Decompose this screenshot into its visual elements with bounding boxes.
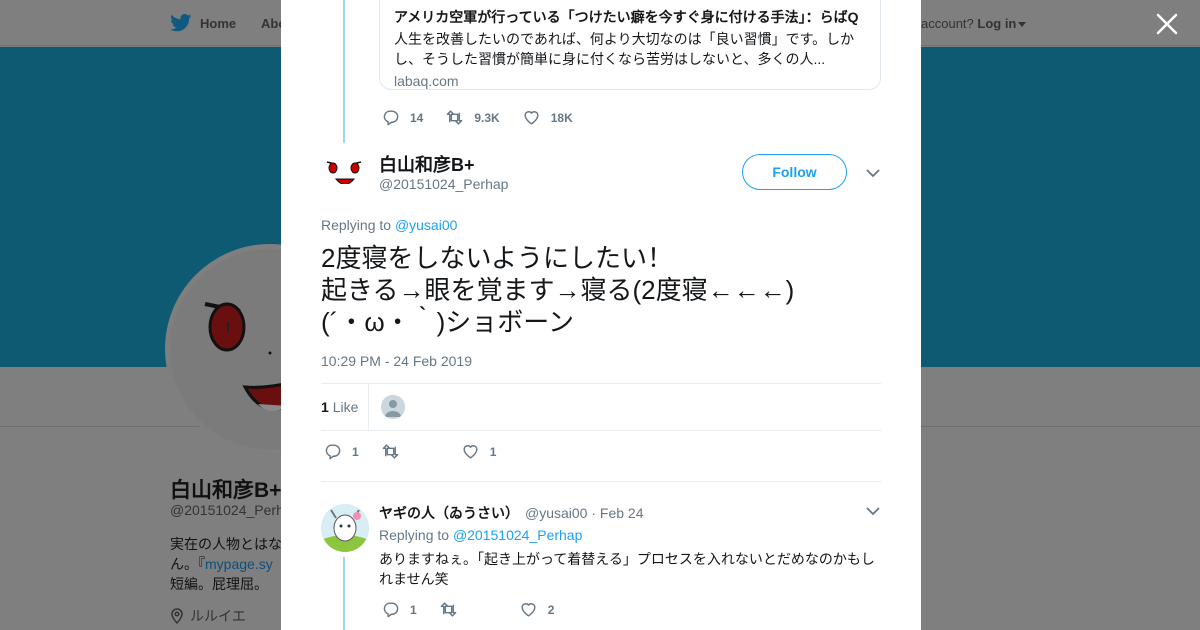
main-tweet-actions: 1 1	[323, 442, 518, 461]
link-card[interactable]: アメリカ空軍が行っている「つけたい癖を今すぐ身に付ける手法」：らばQ 人生を改善…	[379, 0, 881, 90]
like-count: 18K	[550, 110, 573, 125]
bio-line-2: ん。『mypage.sy	[170, 554, 290, 574]
card-title: アメリカ空軍が行っている「つけたい癖を今すぐ身に付ける手法」：らばQ	[394, 9, 859, 25]
nav-home-label: Home	[200, 15, 237, 31]
reply-count: 1	[410, 602, 417, 617]
card-description: 人生を改善したいのであれば、何より大切なのは「良い習慣」です。しかし、そうした習…	[394, 31, 855, 67]
replying-to: Replying to @yusai00	[321, 217, 457, 233]
reply-count: 14	[410, 110, 424, 125]
reply-author-avatar[interactable]	[321, 504, 369, 552]
tweet-text-line: 2度寝をしないようにしたい！	[321, 243, 673, 273]
reply-icon	[325, 444, 341, 460]
reply-icon	[383, 110, 399, 126]
follow-button[interactable]: Follow	[742, 154, 847, 190]
twitter-bird-icon	[170, 14, 192, 32]
retweet-count: 9.3K	[474, 110, 500, 125]
chevron-down-icon	[1018, 22, 1027, 27]
liker-avatar[interactable]	[381, 395, 405, 419]
location-icon	[171, 608, 183, 624]
retweet-action[interactable]: 9.3K	[445, 108, 500, 127]
reply-action[interactable]: 14	[381, 108, 423, 127]
reply-icon	[383, 602, 399, 618]
reply-replying-to: Replying to @20151024_Perhap	[379, 527, 582, 543]
retweet-icon	[447, 110, 463, 125]
like-count: 2	[547, 602, 555, 617]
tweet-stats: 1 Like	[321, 383, 881, 431]
account-prompt: account?	[921, 16, 974, 31]
profile-location: ルルイエ	[170, 606, 246, 626]
replying-prefix: Replying to	[321, 217, 392, 233]
reply-action[interactable]: 1	[323, 442, 359, 461]
like-stat-label: Like	[332, 399, 359, 415]
retweet-action[interactable]	[381, 442, 439, 461]
bio-link[interactable]: mypage.sy	[205, 556, 273, 572]
thread-line	[343, 0, 345, 143]
prev-tweet-actions: 14 9.3K 18K	[381, 108, 595, 127]
tweet-text-line: 起きる→眼を覚ます→寝る(2度寝←←←)	[321, 275, 795, 305]
thread-line	[343, 557, 345, 630]
like-stat[interactable]: 1 Like	[321, 399, 358, 415]
profile-name: 白山和彦B+	[170, 479, 282, 502]
section-divider	[321, 481, 881, 482]
like-action[interactable]: 2	[519, 600, 555, 619]
retweet-icon	[440, 602, 457, 617]
bio-line-1: 実在の人物とはな	[170, 536, 282, 552]
profile-bio: 実在の人物とはな ん。『mypage.sy 短編。屁理屈。	[170, 534, 290, 594]
reply-action[interactable]: 1	[381, 600, 417, 619]
reply-count: 1	[352, 444, 359, 459]
login-link[interactable]: Log in	[977, 16, 1016, 31]
reply-text: ありますねぇ。「起き上がって着替える」プロセスを入れないとだめなのかもしれません…	[379, 551, 875, 587]
reply-author-name[interactable]: ヤギの人（ゐうさい）	[379, 505, 519, 521]
bio-line-3: 短編。屁理屈。	[170, 576, 268, 592]
chevron-down-icon[interactable]	[866, 506, 880, 516]
close-icon[interactable]	[1154, 11, 1180, 37]
bio-line-2-text: ん。『	[170, 556, 205, 572]
reply-date[interactable]: · Feb 24	[591, 505, 643, 521]
card-domain: labaq.com	[394, 73, 459, 89]
tweet-text-line: (´・ω・｀)ショボーン	[321, 307, 574, 337]
heart-icon	[524, 111, 539, 125]
replying-prefix: Replying to	[379, 527, 450, 543]
like-action[interactable]: 18K	[522, 108, 573, 127]
author-handle[interactable]: @20151024_Perhap	[379, 176, 508, 192]
tweet-text: 2度寝をしないようにしたい！ 起きる→眼を覚ます→寝る(2度寝←←←) (´・ω…	[321, 242, 881, 338]
chevron-down-icon[interactable]	[866, 168, 880, 178]
reply-author-handle[interactable]: @yusai00	[525, 505, 587, 521]
default-avatar-icon	[381, 395, 405, 419]
retweet-action[interactable]	[439, 600, 497, 619]
like-count: 1	[489, 444, 497, 459]
like-action[interactable]: 1	[461, 442, 497, 461]
replying-to-link[interactable]: @yusai00	[395, 217, 457, 233]
like-stat-count: 1	[321, 399, 329, 415]
tweet-author: 白山和彦B+ @20151024_Perhap Follow	[321, 150, 881, 200]
author-name[interactable]: 白山和彦B+	[379, 151, 475, 177]
goat-avatar	[321, 504, 369, 552]
tweet-modal: アメリカ空軍が行っている「つけたい癖を今すぐ身に付ける手法」：らばQ 人生を改善…	[281, 0, 921, 630]
nav-account: account? Log in	[921, 16, 1027, 31]
location-text: ルルイエ	[190, 608, 246, 624]
author-avatar[interactable]	[321, 150, 369, 198]
replying-to-link[interactable]: @20151024_Perhap	[453, 527, 582, 543]
tweet-timestamp[interactable]: 10:29 PM - 24 Feb 2019	[321, 353, 472, 369]
stats-divider	[368, 384, 369, 430]
reply-tweet-actions: 1 2	[381, 600, 576, 619]
heart-icon	[521, 603, 536, 617]
retweet-icon	[382, 444, 399, 459]
nav-home[interactable]: Home	[170, 14, 236, 32]
author-avatar-face	[321, 150, 369, 198]
reply-header: ヤギの人（ゐうさい） @yusai00 · Feb 24	[379, 503, 644, 523]
heart-icon	[463, 445, 478, 459]
